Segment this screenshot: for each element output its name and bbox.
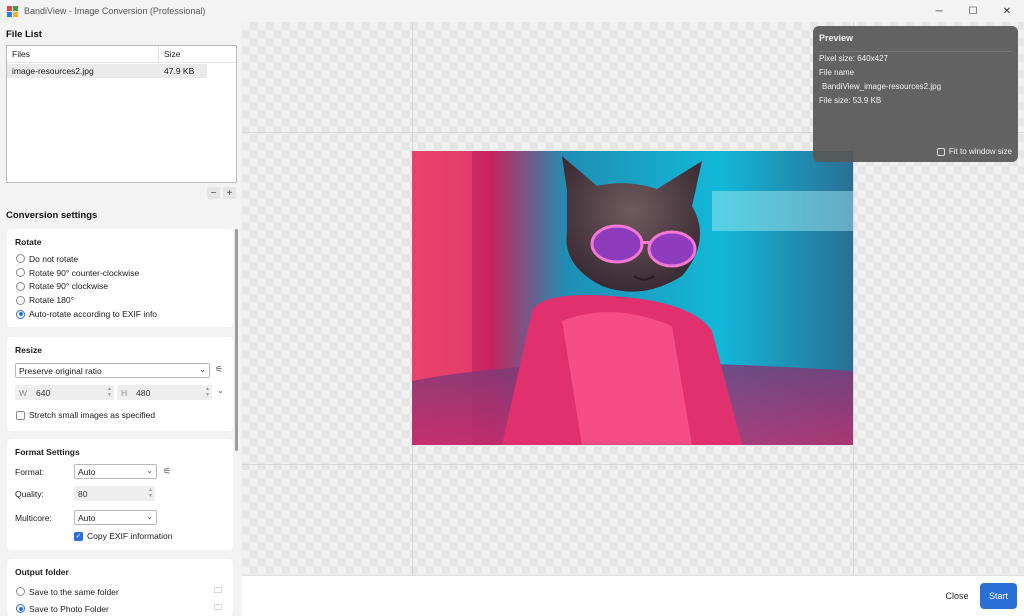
width-label: W [19,387,28,398]
conversion-settings-title: Conversion settings [6,210,98,221]
file-size: 47.9 KB [164,66,195,76]
settings-scrollbar[interactable] [235,229,238,451]
output-file-name: BandiView_image-resources2.jpg [822,82,942,91]
stretch-checkbox[interactable]: Stretch small images as specified [16,410,155,420]
checkmark-icon[interactable]: ✓ [74,531,83,541]
file-row[interactable]: image-resources2.jpg 47.9 KB [7,64,207,78]
rotate-option-cw[interactable]: Rotate 90° clockwise [7,280,233,294]
radio-icon[interactable] [16,281,25,291]
column-size[interactable]: Size [159,49,181,59]
radio-icon[interactable] [16,587,25,596]
height-label: H [121,387,128,398]
rotate-option-180[interactable]: Rotate 180° [7,293,233,307]
file-name-label: File name [819,68,855,77]
start-button[interactable]: Start [980,583,1017,609]
app-logo-icon [7,5,18,17]
close-button[interactable]: Close [939,583,975,609]
rotate-option-ccw[interactable]: Rotate 90° counter-clockwise [7,266,233,280]
radio-icon[interactable] [16,268,25,278]
resize-mode-value: Preserve original ratio [19,365,102,376]
sliders-icon[interactable]: ⚟ [163,466,171,477]
fit-to-window-label: Fit to window size [948,147,1012,156]
chevron-down-icon: ⌄ [199,365,206,374]
remove-file-button[interactable]: − [207,187,220,199]
settings-panel: File List Files Size image-resources2.jp… [0,22,242,616]
rotate-option-label: Auto-rotate according to EXIF info [29,309,158,320]
chevron-down-icon: ⌄ [146,512,153,521]
format-label: Format: [15,467,45,477]
rotate-option-label: Rotate 180° [29,295,74,306]
folder-icon[interactable]: 🗀 [214,602,222,616]
checkbox-icon[interactable] [936,147,945,156]
quality-value: 80 [78,488,88,499]
fit-to-window-checkbox[interactable]: Fit to window size [936,147,1012,156]
resize-mode-select[interactable]: Preserve original ratio ⌄ [15,363,210,378]
minimize-button[interactable]: ─ [922,0,956,22]
radio-icon[interactable] [16,604,25,613]
copy-exif-checkbox[interactable]: ✓ Copy EXIF information [74,531,173,541]
height-value: 480 [136,387,151,398]
guide-line [242,464,1024,465]
radio-icon[interactable] [16,295,25,305]
multicore-value: Auto [78,512,96,523]
rotate-title: Rotate [15,237,42,247]
file-list-title: File List [6,29,42,40]
rotate-option-label: Rotate 90° clockwise [29,281,108,292]
maximize-button[interactable]: ☐ [956,0,990,22]
column-files[interactable]: Files [7,46,159,62]
width-value: 640 [36,387,51,398]
resize-card: Resize Preserve original ratio ⌄ ⚟ W 640… [7,337,233,431]
resize-title: Resize [15,345,42,355]
window-controls: ─ ☐ ✕ [922,0,1024,22]
quality-label: Quality: [15,489,44,499]
multicore-label: Multicore: [15,513,52,523]
output-file-size: File size: 53.9 KB [819,96,882,105]
preview-panel: Preview Pixel size: 640x427 File name Ba… [813,26,1018,162]
radio-icon[interactable] [16,254,25,264]
checkbox-icon[interactable] [16,410,25,420]
sliders-icon[interactable]: ⚟ [215,364,223,375]
rotate-option-none[interactable]: Do not rotate [7,252,233,266]
output-option-photo-folder[interactable]: Save to Photo Folder 🗀 [7,600,233,616]
add-file-button[interactable]: + [223,187,236,199]
format-select[interactable]: Auto ⌄ [74,464,157,479]
output-card: Output folder Save to the same folder 🗀 … [7,559,233,616]
rotate-card: Rotate Do not rotate Rotate 90° counter-… [7,229,233,327]
output-option-label: Save to Photo Folder [29,603,109,614]
output-option-label: Save to the same folder [29,586,119,597]
format-card: Format Settings Format: Auto ⌄ ⚟ Quality… [7,439,233,550]
cat-photo-illustration [412,151,853,445]
folder-icon[interactable]: 🗀 [214,585,222,599]
copy-exif-label: Copy EXIF information [87,531,173,541]
quality-input[interactable]: 80 ▲ ▼ [74,486,155,501]
window-title: BandiView - Image Conversion (Profession… [24,6,206,16]
rotate-option-label: Rotate 90° counter-clockwise [29,267,140,278]
file-name: image-resources2.jpg [12,66,94,76]
output-option-same-folder[interactable]: Save to the same folder 🗀 [7,583,233,600]
file-list-table[interactable]: Files Size image-resources2.jpg 47.9 KB [6,45,237,183]
divider [819,51,1012,52]
format-title: Format Settings [15,447,80,457]
chevron-down-icon[interactable]: ⌄ [217,386,224,395]
preview-image [412,151,853,445]
height-input[interactable]: H 480 ▲ ▼ [117,385,212,400]
spin-arrows-icon[interactable]: ▲ ▼ [205,386,210,398]
output-title: Output folder [15,567,69,577]
action-bar: Close Start [242,575,1024,616]
stretch-label: Stretch small images as specified [29,410,156,420]
rotate-option-exif[interactable]: Auto-rotate according to EXIF info [7,307,233,321]
spin-arrows-icon[interactable]: ▲ ▼ [107,386,112,398]
radio-icon[interactable] [16,309,25,319]
file-list-header: Files Size [7,46,236,63]
chevron-down-icon: ⌄ [146,466,153,475]
width-input[interactable]: W 640 ▲ ▼ [15,385,114,400]
title-bar: BandiView - Image Conversion (Profession… [0,0,1024,22]
rotate-option-label: Do not rotate [29,253,79,264]
multicore-select[interactable]: Auto ⌄ [74,510,157,525]
format-value: Auto [78,466,96,477]
close-window-button[interactable]: ✕ [990,0,1024,22]
spin-arrows-icon[interactable]: ▲ ▼ [148,487,153,499]
pixel-size: Pixel size: 640x427 [819,54,888,63]
preview-title: Preview [819,33,854,43]
